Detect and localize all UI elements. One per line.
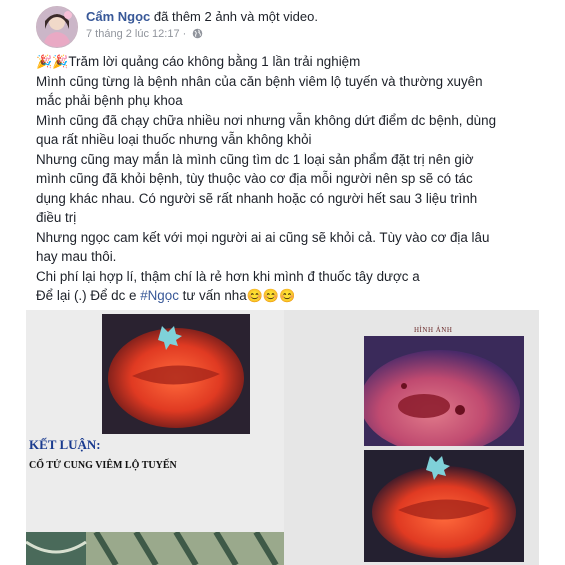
- floor-tile-pattern: [26, 532, 284, 565]
- text-line: 🎉🎉Trăm lời quảng cáo không bằng 1 lần tr…: [36, 52, 526, 72]
- text-line: qua rất nhiều loại thuốc nhưng vẫn không…: [36, 132, 312, 147]
- text-line: dụng khác nhau. Có người sẽ rất nhanh ho…: [36, 190, 478, 206]
- colposcopy-image: [102, 314, 250, 434]
- post-timestamp[interactable]: 7 tháng 2 lúc 12:17 ·: [86, 28, 189, 40]
- text-line: hay mau thôi.: [36, 249, 117, 264]
- smile-emoji: 😊😊😊: [246, 288, 296, 303]
- text-line: Chi phí lại hợp lí, thậm chí là rẻ hơn k…: [36, 268, 420, 284]
- text-line: điều trị: [36, 210, 77, 225]
- colposcopy-image-top: [364, 336, 524, 446]
- text-line: Mình cũng từng là bệnh nhân của căn bệnh…: [36, 73, 483, 89]
- photo-report-page[interactable]: KẾT LUẬN: CỔ TỬ CUNG VIÊM LỘ TUYẾN: [26, 310, 284, 565]
- post-action-text: đã thêm 2 ảnh và một video.: [150, 9, 318, 24]
- text-line: Mình cũng đã chạy chữa nhiều nơi nhưng v…: [36, 112, 497, 128]
- post-text: 🎉🎉Trăm lời quảng cáo không bằng 1 lần tr…: [36, 52, 526, 306]
- post-header: Cẩm Ngọc đã thêm 2 ảnh và một video.: [86, 9, 318, 24]
- post-meta: 7 tháng 2 lúc 12:17 ·: [86, 28, 203, 40]
- text-line: Để lại (.) Để dc e #Ngọc tư vấn nha😊😊😊: [36, 286, 526, 306]
- globe-icon[interactable]: [192, 28, 203, 39]
- author-name[interactable]: Cẩm Ngọc: [86, 9, 150, 24]
- image-heading: HÌNH ẢNH: [414, 326, 453, 334]
- photo-grid[interactable]: KẾT LUẬN: CỔ TỬ CUNG VIÊM LỘ TUYẾN HÌNH …: [26, 310, 539, 565]
- diagnosis-text: CỔ TỬ CUNG VIÊM LỘ TUYẾN: [29, 460, 177, 471]
- colposcopy-image-bottom: [364, 450, 524, 562]
- text-line: mắc phải bệnh phụ khoa: [36, 93, 183, 108]
- party-popper-emoji: 🎉🎉: [36, 54, 69, 69]
- photo-image-page[interactable]: HÌNH ẢNH: [284, 310, 539, 565]
- hashtag-link[interactable]: #Ngọc: [140, 288, 179, 303]
- text-line: mình cũng đã khỏi bệnh, tùy thuộc vào cơ…: [36, 171, 473, 186]
- text-line: Nhưng cũng may mắn là mình cũng tìm dc 1…: [36, 151, 474, 167]
- avatar[interactable]: [36, 6, 78, 48]
- text-line: Nhưng ngọc cam kết với mọi người ai ai c…: [36, 229, 490, 245]
- conclusion-heading: KẾT LUẬN:: [29, 437, 101, 452]
- facebook-post: Cẩm Ngọc đã thêm 2 ảnh và một video. 7 t…: [0, 0, 565, 565]
